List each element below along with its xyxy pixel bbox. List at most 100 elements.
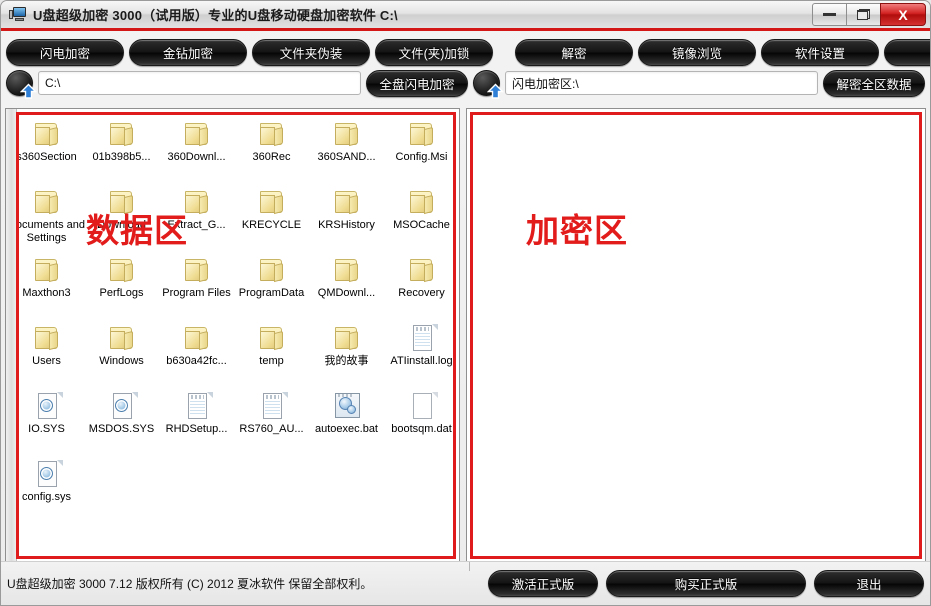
file-item[interactable]: autoexec.bat	[309, 389, 384, 457]
file-item[interactable]: 我的故事	[309, 321, 384, 389]
folder-icon	[180, 323, 214, 353]
file-label: Documents and Settings	[17, 219, 86, 244]
document-icon	[255, 391, 289, 421]
file-label: MSOCache	[393, 219, 450, 231]
minimize-icon	[823, 13, 836, 16]
folder-icon	[105, 187, 139, 217]
file-label: KRSHistory	[318, 219, 375, 231]
file-label: 01b398b5...	[92, 151, 151, 163]
encrypt-whole-disk-button[interactable]: 全盘闪电加密	[366, 69, 468, 97]
file-item[interactable]: Maxthon3	[17, 253, 84, 321]
folder-icon	[105, 119, 139, 149]
file-item[interactable]: KRSHistory	[309, 185, 384, 253]
file-item[interactable]: config.sys	[17, 457, 84, 525]
folder-icon	[255, 187, 289, 217]
file-label: Program Files	[162, 287, 231, 299]
right-up-button[interactable]	[473, 70, 504, 99]
folder-icon	[255, 255, 289, 285]
settings-button[interactable]: 软件设置	[761, 38, 879, 66]
document-icon	[180, 391, 214, 421]
file-item[interactable]: Documents and Settings	[17, 185, 86, 253]
file-label: autoexec.bat	[315, 423, 378, 435]
exit-button[interactable]: 退出	[814, 570, 924, 597]
folder-icon	[30, 119, 64, 149]
file-item[interactable]: IO.SYS	[17, 389, 84, 457]
diamond-encrypt-button[interactable]: 金钻加密	[129, 38, 247, 66]
copyright-text: U盘超级加密 3000 7.12 版权所有 (C) 2012 夏冰软件 保留全部…	[7, 577, 373, 591]
folder-icon	[105, 255, 139, 285]
file-label: Maxthon3	[22, 287, 71, 299]
file-label: b630a42fc...	[166, 355, 227, 367]
file-label: temp	[259, 355, 284, 367]
file-item[interactable]: 360SAND...	[309, 117, 384, 185]
document-icon	[405, 323, 439, 353]
decrypt-all-button[interactable]: 解密全区数据	[823, 69, 925, 97]
file-label: KRECYCLE	[241, 219, 302, 231]
file-item[interactable]: Windows	[84, 321, 159, 389]
left-panel-scrollbar[interactable]	[6, 109, 17, 562]
folder-icon	[405, 119, 439, 149]
file-item[interactable]: bootsqm.dat	[384, 389, 459, 457]
batch-file-icon	[330, 391, 364, 421]
folder-icon	[30, 187, 64, 217]
file-item[interactable]: s360Section	[17, 117, 84, 185]
file-item[interactable]: QMDownl...	[309, 253, 384, 321]
window-controls: X	[812, 3, 926, 26]
file-label: Download	[97, 219, 146, 231]
help-button[interactable]: 帮助	[884, 38, 930, 66]
file-item[interactable]: RHDSetup...	[159, 389, 234, 457]
file-item[interactable]: Users	[17, 321, 84, 389]
decrypt-button[interactable]: 解密	[515, 38, 633, 66]
folder-icon	[330, 119, 364, 149]
activate-button[interactable]: 激活正式版	[488, 570, 598, 597]
restore-icon	[857, 9, 870, 20]
file-item[interactable]: 360Rec	[234, 117, 309, 185]
file-label: 360SAND...	[317, 151, 376, 163]
file-label: bootsqm.dat	[391, 423, 452, 435]
panels-container: s360Section 01b398b5... 360Downl... 360Rec 3…	[1, 108, 930, 563]
file-item[interactable]: Config.Msi	[384, 117, 459, 185]
file-item[interactable]: Download	[84, 185, 159, 253]
file-item[interactable]: temp	[234, 321, 309, 389]
file-lock-button[interactable]: 文件(夹)加锁	[375, 38, 493, 66]
file-item[interactable]: RS760_AU...	[234, 389, 309, 457]
minimize-button[interactable]	[812, 3, 847, 26]
right-path-input[interactable]: 闪电加密区:\	[505, 71, 818, 95]
file-item[interactable]: MSDOS.SYS	[84, 389, 159, 457]
folder-icon	[105, 323, 139, 353]
file-item[interactable]: 360Downl...	[159, 117, 234, 185]
system-file-icon	[30, 391, 64, 421]
left-path-input[interactable]: C:\	[38, 71, 361, 95]
file-label: ProgramData	[238, 287, 305, 299]
file-item[interactable]: MSOCache	[384, 185, 459, 253]
purchase-button[interactable]: 购买正式版	[606, 570, 806, 597]
file-item[interactable]: PerfLogs	[84, 253, 159, 321]
file-item[interactable]: Recovery	[384, 253, 459, 321]
encrypted-file-list[interactable]	[467, 109, 925, 117]
data-zone-panel[interactable]: s360Section 01b398b5... 360Downl... 360Rec 3…	[5, 108, 460, 563]
folder-icon	[330, 255, 364, 285]
file-item[interactable]: KRECYCLE	[234, 185, 309, 253]
folder-icon	[405, 255, 439, 285]
mirror-browse-button[interactable]: 镜像浏览	[638, 38, 756, 66]
file-item[interactable]: b630a42fc...	[159, 321, 234, 389]
close-button[interactable]: X	[880, 3, 926, 26]
file-item[interactable]: ProgramData	[234, 253, 309, 321]
flash-encrypt-button[interactable]: 闪电加密	[6, 38, 124, 66]
file-label: Extract_G...	[167, 219, 226, 231]
file-label: s360Section	[17, 151, 77, 163]
encrypted-zone-panel[interactable]	[466, 108, 926, 563]
left-up-button[interactable]	[6, 70, 37, 99]
file-label: ATIinstall.log	[390, 355, 453, 367]
file-item[interactable]: Program Files	[159, 253, 234, 321]
file-item[interactable]: 01b398b5...	[84, 117, 159, 185]
blank-file-icon	[405, 391, 439, 421]
file-list[interactable]: s360Section 01b398b5... 360Downl... 360Rec 3…	[17, 109, 459, 562]
file-label: IO.SYS	[28, 423, 65, 435]
maximize-button[interactable]	[846, 3, 881, 26]
folder-icon	[255, 119, 289, 149]
file-label: QMDownl...	[317, 287, 376, 299]
folder-disguise-button[interactable]: 文件夹伪装	[252, 38, 370, 66]
file-item[interactable]: ATIinstall.log	[384, 321, 459, 389]
file-item[interactable]: Extract_G...	[159, 185, 234, 253]
